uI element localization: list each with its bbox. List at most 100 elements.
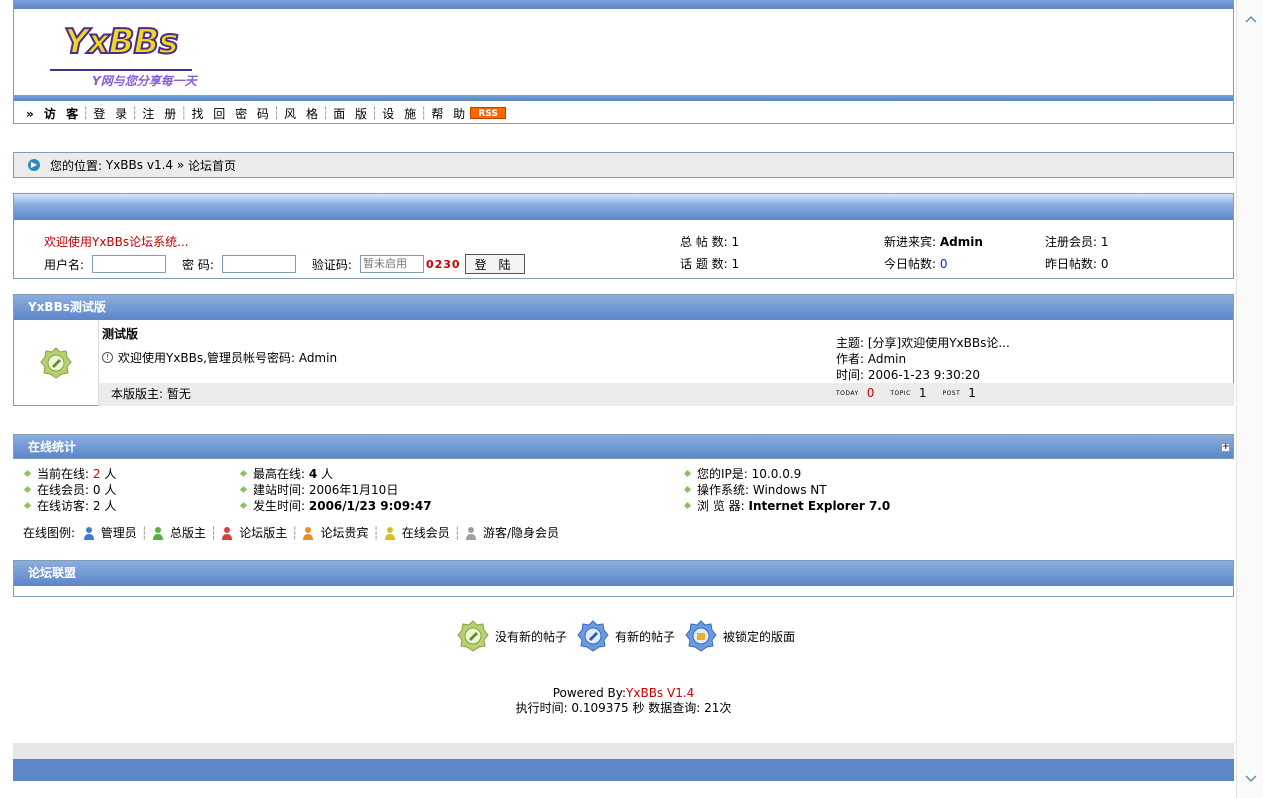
stat-value: 1 [1100, 235, 1109, 249]
bottom-gray-bar [13, 743, 1234, 759]
nav-separator: ┆ [82, 106, 90, 120]
no-new-posts-icon [457, 620, 489, 652]
today-label: TODAY [836, 389, 859, 397]
nav-separator: ┆ [420, 106, 428, 120]
alliance-title: 论坛联盟 [14, 561, 1233, 586]
expand-icon[interactable]: + [1221, 443, 1230, 452]
password-input[interactable] [221, 255, 296, 273]
stat-value: 2 [92, 466, 101, 481]
max-occur-time: 发生时间: 2006/1/23 9:09:47 [239, 497, 432, 514]
welcome-header-bar [14, 194, 1233, 220]
newest-member-link[interactable]: Admin [940, 235, 983, 249]
site-built-time: 建站时间: 2006年1月10日 [239, 481, 398, 498]
stat-value: 0 人 [92, 483, 117, 497]
super-moderator-icon [152, 526, 163, 540]
captcha-label: 验证码: [311, 257, 352, 272]
stat-label: 话 题 数: [680, 257, 728, 271]
vertical-scrollbar[interactable] [1236, 0, 1263, 798]
today-count: 0 [866, 386, 875, 400]
bullet-icon [683, 469, 692, 478]
stat-value: 0 [1100, 257, 1109, 271]
stat-label: 注册会员: [1045, 235, 1098, 249]
powered-brand-link[interactable]: YxBBs V1.4 [626, 686, 694, 700]
bullet-icon [23, 501, 32, 510]
stat-value: Internet Explorer 7.0 [748, 498, 891, 513]
rss-button[interactable]: RSS [470, 107, 507, 119]
member-icon [384, 526, 395, 540]
password-label: 密 码: [182, 257, 214, 272]
bullet-icon [239, 501, 248, 510]
legend-separator: ┆ [291, 525, 299, 540]
stat-today-posts: 今日帖数: 0 [884, 255, 948, 272]
legend-locked: 被锁定的版面 [685, 620, 795, 652]
nav-login[interactable]: 登 录 [93, 105, 130, 122]
arrow-circle-icon: ▶ [28, 159, 40, 171]
vip-icon [303, 526, 314, 540]
stat-label: 最高在线: [253, 467, 306, 481]
footer: Powered By:YxBBs V1.4 执行时间: 0.109375 秒 数… [13, 686, 1234, 716]
welcome-message: 欢迎使用YxBBs论坛系统... [44, 235, 189, 249]
stat-label: 发生时间: [253, 499, 306, 513]
bullet-icon [683, 485, 692, 494]
login-button[interactable]: 登 陆 [464, 254, 525, 274]
post-count: 1 [968, 386, 976, 400]
header: YxBBs Y网与您分享每一天 » 访 客 ┆ 登 录 ┆ 注 册 ┆ 找 回 密 码… [13, 0, 1234, 124]
info-icon: ! [102, 352, 113, 363]
nav-help[interactable]: 帮 助 [431, 105, 468, 122]
last-post-time: 时间: 2006-1-23 9:30:20 [836, 368, 981, 382]
legend-has-new: 有新的帖子 [577, 620, 675, 652]
legend-text: 有新的帖子 [615, 629, 676, 644]
stat-label: 当前在线: [37, 467, 90, 481]
nav-guest[interactable]: » 访 客 [26, 105, 81, 122]
forum-category-title[interactable]: YxBBs测试版 [14, 295, 1233, 320]
stat-label: 您的IP是: [697, 467, 748, 481]
username-input[interactable] [92, 255, 167, 273]
bullet-icon [23, 469, 32, 478]
topic-count: 1 [918, 386, 927, 400]
forum-counts: TODAY 0 TOPIC 1 POST 1 [836, 386, 992, 400]
login-form: 用户名: 密 码: 验证码: 0230 登 陆 [44, 254, 525, 274]
legend-member: 在线会员 [384, 524, 450, 541]
nav-style[interactable]: 风 格 [284, 105, 321, 122]
nav-facilities[interactable]: 设 施 [382, 105, 419, 122]
stat-value: 1 [731, 257, 740, 271]
nav-separator: ┆ [272, 106, 281, 120]
powered-prefix: Powered By: [552, 686, 627, 700]
post-label: POST [942, 389, 961, 397]
legend-separator: ┆ [372, 525, 380, 540]
nav-recover-password[interactable]: 找 回 密 码 [191, 105, 271, 122]
welcome-panel: 欢迎使用YxBBs论坛系统... 用户名: 密 码: 验证码: 0230 登 陆… [13, 193, 1234, 279]
nav-divider-bar [14, 95, 1233, 101]
nav-register[interactable]: 注 册 [142, 105, 179, 122]
bottom-blue-bar [13, 759, 1234, 781]
nav-panel[interactable]: 面 版 [333, 105, 370, 122]
captcha-input[interactable] [359, 255, 424, 273]
exec-time: 执行时间: 0.109375 秒 数据查询: 21次 [515, 701, 732, 715]
legend-super-mod: 总版主 [152, 524, 206, 541]
powered-by: Powered By:YxBBs V1.4 [13, 686, 1234, 701]
scroll-down-arrow-icon[interactable] [1245, 772, 1257, 784]
stat-value: 10.0.0.9 [751, 466, 802, 481]
stat-label: 操作系统: [697, 483, 750, 497]
legend-separator: ┆ [209, 525, 218, 540]
breadcrumb-current: 论坛首页 [188, 158, 237, 173]
forum-moderator: 本版版主: 暂无 [99, 383, 1234, 406]
new-posts-icon [577, 620, 609, 652]
breadcrumb-home-link[interactable]: YxBBs v1.4 [106, 158, 173, 172]
online-guests: 在线访客: 2 人 [23, 497, 116, 514]
no-new-posts-icon [40, 347, 72, 379]
stat-label: 建站时间: [253, 483, 306, 497]
last-post-topic-link[interactable]: 主题: [分享]欢迎使用YxBBs论... [836, 335, 1010, 351]
forum-name-link[interactable]: 测试版 [102, 325, 138, 342]
stat-newest-member: 新进来宾: Admin [884, 233, 983, 250]
stat-label: 在线会员: [37, 483, 90, 497]
nav-separator: ┆ [131, 106, 139, 120]
bullet-icon [239, 485, 248, 494]
forum-description: ! 欢迎使用YxBBs,管理员帐号密码: Admin [102, 349, 337, 366]
user-os: 操作系统: Windows NT [683, 481, 827, 498]
legend-text: 论坛贵宾 [320, 526, 369, 540]
scroll-up-arrow-icon[interactable] [1245, 14, 1257, 26]
online-stats-header: 在线统计 + [13, 434, 1234, 459]
stat-topics: 话 题 数: 1 [680, 255, 739, 272]
site-logo[interactable]: YxBBs Y网与您分享每一天 [50, 20, 230, 90]
